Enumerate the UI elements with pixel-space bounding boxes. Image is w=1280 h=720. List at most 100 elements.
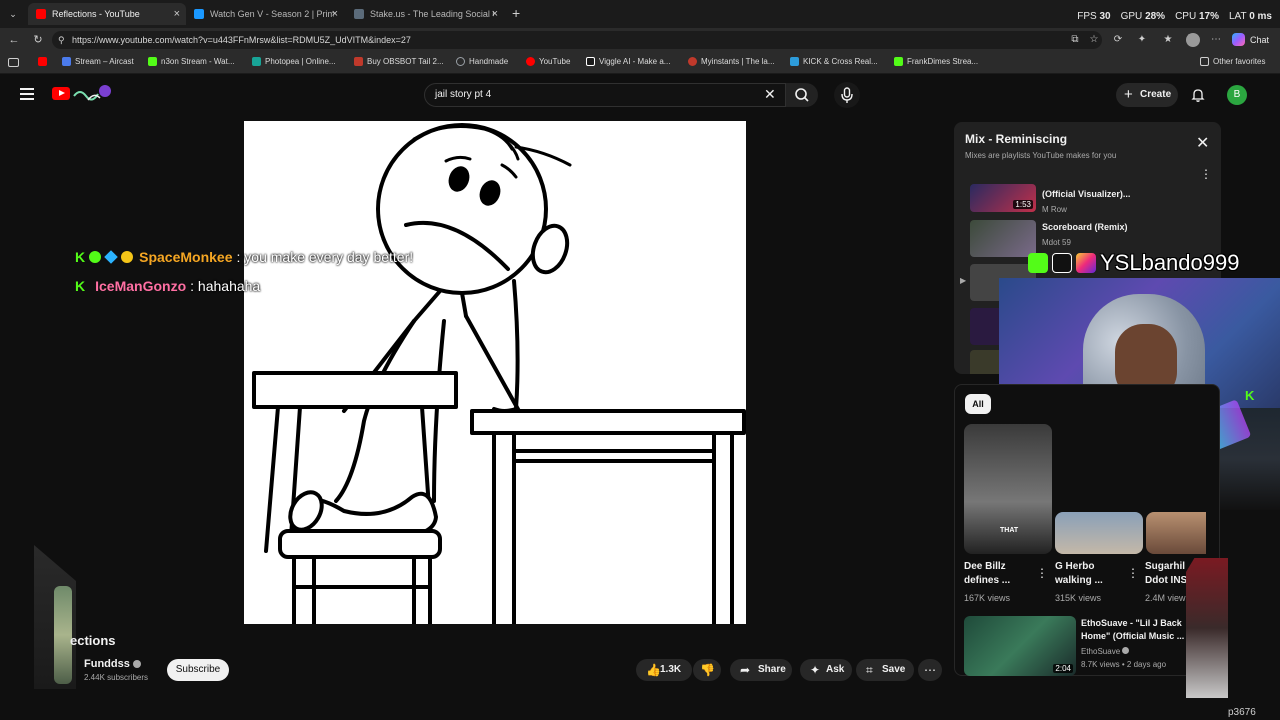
youtube-icon — [36, 9, 46, 19]
playlist-thumbnail[interactable]: 1:53 — [970, 184, 1036, 212]
more-icon[interactable]: ⋯ — [1210, 34, 1222, 46]
favorite-handmade[interactable]: Handmade — [456, 57, 508, 66]
page-scrollbar[interactable] — [1268, 116, 1276, 686]
close-icon[interactable]: × — [492, 8, 498, 20]
favorite-frankdimes[interactable]: FrankDimes Strea... — [894, 57, 978, 66]
channel-name[interactable]: Funddss — [84, 658, 141, 670]
video-title-line: Home" (Official Music ... — [1081, 631, 1185, 641]
favorite-label: FrankDimes Strea... — [907, 57, 979, 66]
favorite-obsbot[interactable]: Buy OBSBOT Tail 2... — [354, 57, 444, 66]
open-in-app-icon[interactable]: ⧉ — [1069, 34, 1081, 46]
channel-name-text: Funddss — [84, 658, 130, 670]
streamer-handle: YSLbando999 — [1100, 250, 1240, 275]
folder-icon — [1200, 57, 1209, 66]
chat-message-text: : you make every day better! — [236, 249, 414, 265]
stake-icon — [354, 9, 364, 19]
refresh-icon[interactable]: ↻ — [32, 34, 44, 46]
tab-reflections[interactable]: Reflections - YouTube × — [28, 3, 186, 25]
video-thumbnail[interactable]: 2:04 — [964, 616, 1076, 676]
extension-refresh-icon[interactable]: ⟳ — [1112, 34, 1124, 46]
voice-search-button[interactable] — [834, 82, 860, 108]
youtube-icon — [526, 57, 535, 66]
close-icon[interactable]: ✕ — [1196, 136, 1209, 152]
short-title[interactable]: Dee Billz defines ... — [964, 560, 1010, 588]
favorites-icon[interactable]: ★ — [1162, 34, 1174, 46]
favorite-myinstants[interactable]: Myinstants | The la... — [688, 57, 775, 66]
save-button[interactable]: ⌗ Save — [856, 659, 914, 681]
kick-badge-icon: K — [75, 249, 86, 265]
fps-value: 30 — [1099, 11, 1111, 22]
site-info-icon[interactable]: ⚲ — [58, 31, 65, 49]
filter-chip-all[interactable]: All — [965, 394, 991, 414]
url-field[interactable]: ⚲ https://www.youtube.com/watch?v=u443FF… — [52, 31, 1102, 49]
kick-icon — [1028, 253, 1048, 273]
browser-tab-strip: ⌄ Reflections - YouTube × Watch Gen V - … — [0, 0, 1280, 28]
prime-video-icon — [194, 9, 204, 19]
favorite-kick-cross[interactable]: KICK & Cross Real... — [790, 57, 878, 66]
subscribe-button[interactable]: Subscribe — [167, 659, 229, 681]
address-bar-row: ← ↻ ⚲ https://www.youtube.com/watch?v=u4… — [0, 28, 1280, 52]
video-player[interactable] — [244, 121, 746, 624]
search-button[interactable] — [786, 83, 818, 107]
short-thumbnail[interactable] — [964, 424, 1052, 554]
other-favorites[interactable]: Other favorites — [1200, 57, 1265, 66]
close-icon[interactable]: × — [332, 8, 338, 20]
create-button[interactable]: + Create — [1116, 83, 1178, 107]
share-button[interactable]: ➦ Share — [730, 659, 792, 681]
tab-watch-gen-v[interactable]: Watch Gen V - Season 2 | Prime V × — [186, 3, 344, 25]
like-button[interactable]: 👍 1.3K — [636, 659, 692, 681]
dislike-button[interactable]: 👎 — [693, 659, 721, 681]
close-icon[interactable]: × — [174, 8, 180, 20]
copilot-icon — [1232, 33, 1245, 46]
youtube-logo[interactable] — [52, 87, 70, 100]
more-vertical-icon[interactable]: ⋮ — [1200, 168, 1212, 180]
notifications-bell-icon[interactable] — [1190, 87, 1206, 103]
favorite-label: Stream – Aircast — [75, 57, 134, 66]
playlist-item-channel: M Row — [1042, 205, 1067, 214]
tab-stake[interactable]: Stake.us - The Leading Social Casi × — [346, 3, 504, 25]
short-thumbnail[interactable] — [1146, 512, 1206, 554]
new-tab-button[interactable]: + — [512, 6, 520, 20]
stick-figure-video-frame — [252, 123, 746, 624]
short-views: 315K views — [1055, 593, 1102, 603]
clear-search-icon[interactable]: ✕ — [764, 87, 776, 101]
back-icon[interactable]: ← — [8, 34, 20, 46]
favorite-star-icon[interactable]: ☆ — [1088, 34, 1100, 46]
ask-button[interactable]: ✦ Ask — [800, 659, 852, 681]
short-title-line: Dee Billz — [964, 561, 1006, 572]
video-title: ections — [70, 633, 116, 648]
short-title[interactable]: G Herbo walking ... — [1055, 560, 1103, 588]
favorite-youtube[interactable]: YouTube — [526, 57, 570, 66]
youtube-doodle-logo[interactable] — [72, 84, 112, 104]
more-actions-button[interactable]: ⋯ — [918, 659, 942, 681]
aircast-icon — [62, 57, 71, 66]
short-thumbnail[interactable] — [1055, 512, 1143, 554]
reading-view-icon[interactable] — [8, 58, 19, 67]
video-title-link[interactable]: EthoSuave - "Lil J Back Home" (Official M… — [1081, 617, 1184, 643]
favorite-n3on[interactable]: n3on Stream - Wat... — [148, 57, 235, 66]
more-vertical-icon[interactable]: ⋮ — [1127, 566, 1139, 580]
search-input[interactable]: jail story pt 4 — [424, 83, 786, 107]
mix-title: Mix - Reminiscing — [965, 132, 1068, 146]
copilot-chat-button[interactable]: Chat — [1232, 33, 1269, 46]
more-vertical-icon[interactable]: ⋮ — [1036, 566, 1048, 580]
short-thumbnail-caption: THAT — [1000, 527, 1019, 534]
extensions-icon[interactable]: ✦ — [1136, 34, 1148, 46]
favorite-youtube-red[interactable] — [38, 57, 51, 66]
favorite-label: Buy OBSBOT Tail 2... — [367, 57, 444, 66]
avatar[interactable]: B — [1227, 85, 1247, 105]
playlist-item-title[interactable]: Scoreboard (Remix) — [1042, 222, 1128, 232]
share-label: Share — [758, 664, 786, 675]
verified-check-icon — [132, 660, 141, 669]
tab-list-icon[interactable]: ⌄ — [6, 7, 20, 21]
favorite-viggle[interactable]: Viggle AI - Make a... — [586, 57, 670, 66]
search-icon — [795, 88, 809, 102]
duration-badge: 2:04 — [1053, 664, 1073, 673]
favorite-photopea[interactable]: Photopea | Online... — [252, 57, 336, 66]
profile-icon[interactable] — [1186, 33, 1200, 47]
playlist-item-title[interactable]: (Official Visualizer)... — [1042, 189, 1130, 199]
short-title[interactable]: Sugarhil Ddot INS — [1145, 560, 1187, 588]
short-title-line: defines ... — [964, 575, 1011, 586]
favorite-aircast[interactable]: Stream – Aircast — [62, 57, 134, 66]
hamburger-menu-icon[interactable] — [20, 88, 34, 100]
